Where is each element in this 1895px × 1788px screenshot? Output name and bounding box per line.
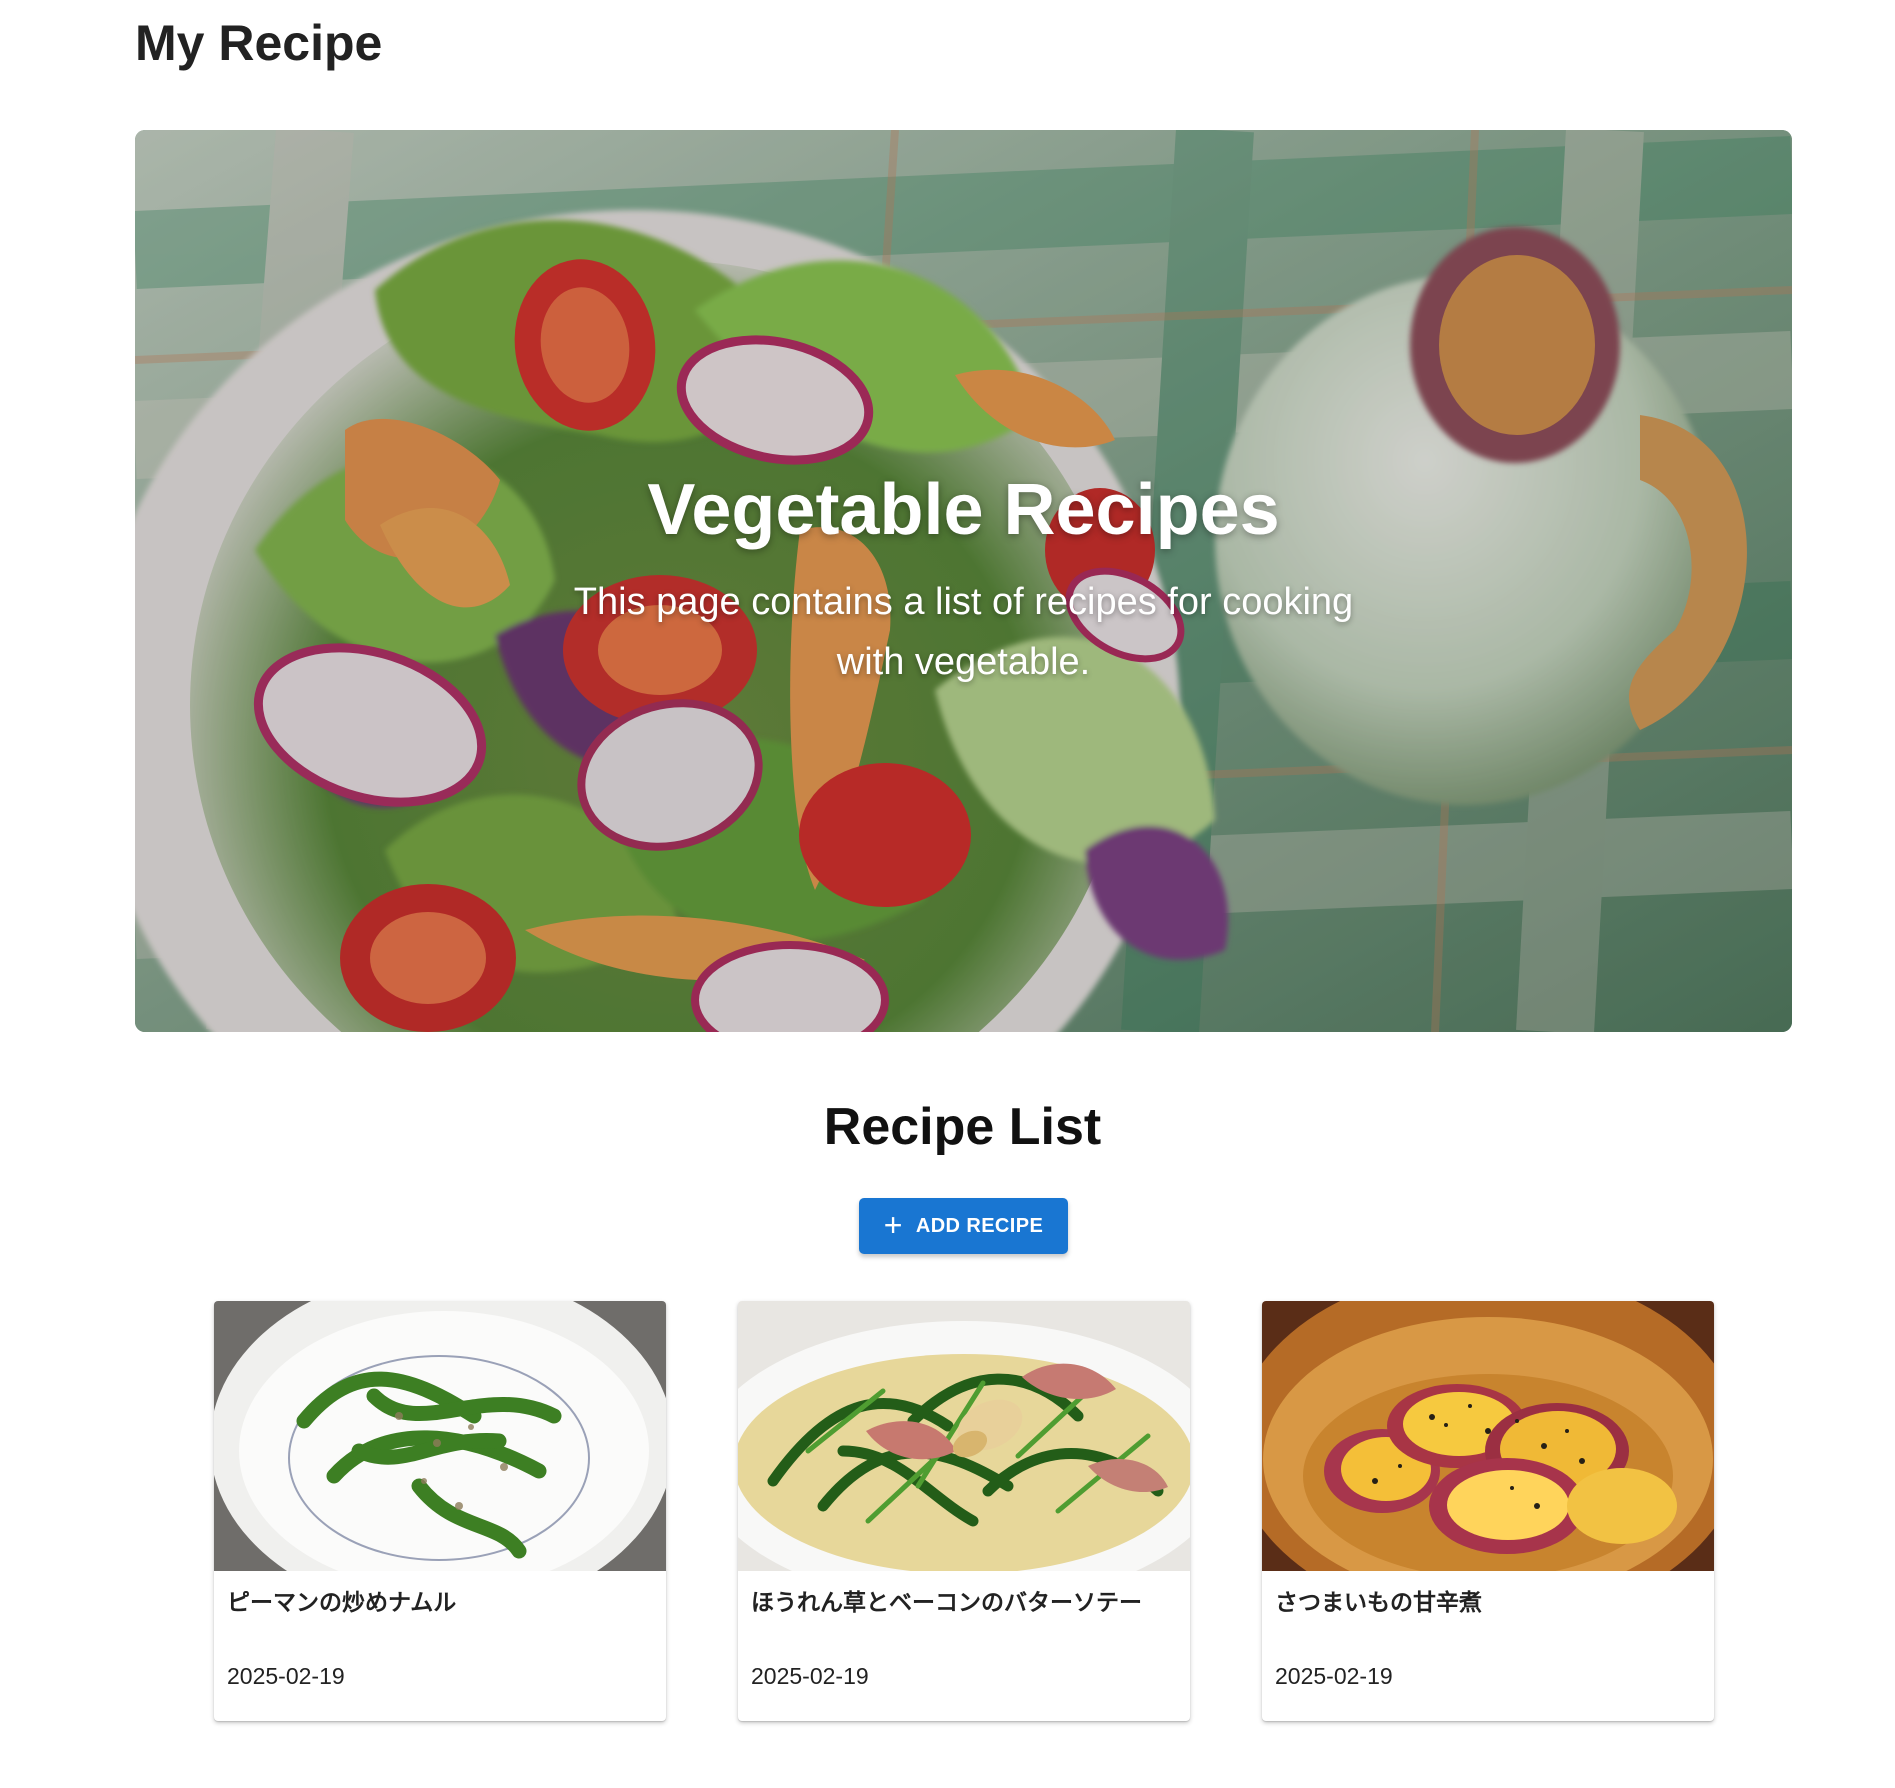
sweet-potato-simmered-image: [1262, 1301, 1714, 1571]
hero-banner: Vegetable Recipes This page contains a l…: [135, 130, 1792, 1032]
recipe-card[interactable]: ピーマンの炒めナムル 2025-02-19: [214, 1301, 666, 1721]
plus-icon: +: [883, 1206, 903, 1243]
spinach-bacon-saute-image: [738, 1301, 1190, 1571]
recipe-image: [214, 1301, 666, 1571]
hero-subtitle: This page contains a list of recipes for…: [573, 581, 1354, 683]
recipe-list-heading: Recipe List: [823, 1098, 1102, 1156]
hero-title: Vegetable Recipes: [647, 470, 1280, 550]
recipe-card-date: 2025-02-19: [751, 1663, 869, 1689]
recipe-card[interactable]: さつまいもの甘辛煮 2025-02-19: [1262, 1301, 1714, 1721]
recipe-image: [1262, 1301, 1714, 1571]
app-title: My Recipe: [135, 15, 383, 71]
recipe-page: My Recipe Vegetable Recipes This page co…: [0, 0, 1895, 1788]
recipe-card-title: ピーマンの炒めナムル: [227, 1589, 457, 1615]
add-recipe-label: ADD RECIPE: [915, 1214, 1044, 1237]
recipe-image: [738, 1301, 1190, 1571]
green-pepper-namul-image: [214, 1301, 666, 1571]
recipe-card[interactable]: ほうれん草とベーコンのバターソテー 2025-02-19: [738, 1301, 1190, 1721]
recipe-card-title: さつまいもの甘辛煮: [1275, 1589, 1482, 1615]
recipe-card-date: 2025-02-19: [227, 1663, 345, 1689]
recipe-card-date: 2025-02-19: [1275, 1663, 1393, 1689]
add-recipe-button[interactable]: + ADD RECIPE: [859, 1198, 1068, 1254]
recipe-card-title: ほうれん草とベーコンのバターソテー: [751, 1589, 1142, 1615]
